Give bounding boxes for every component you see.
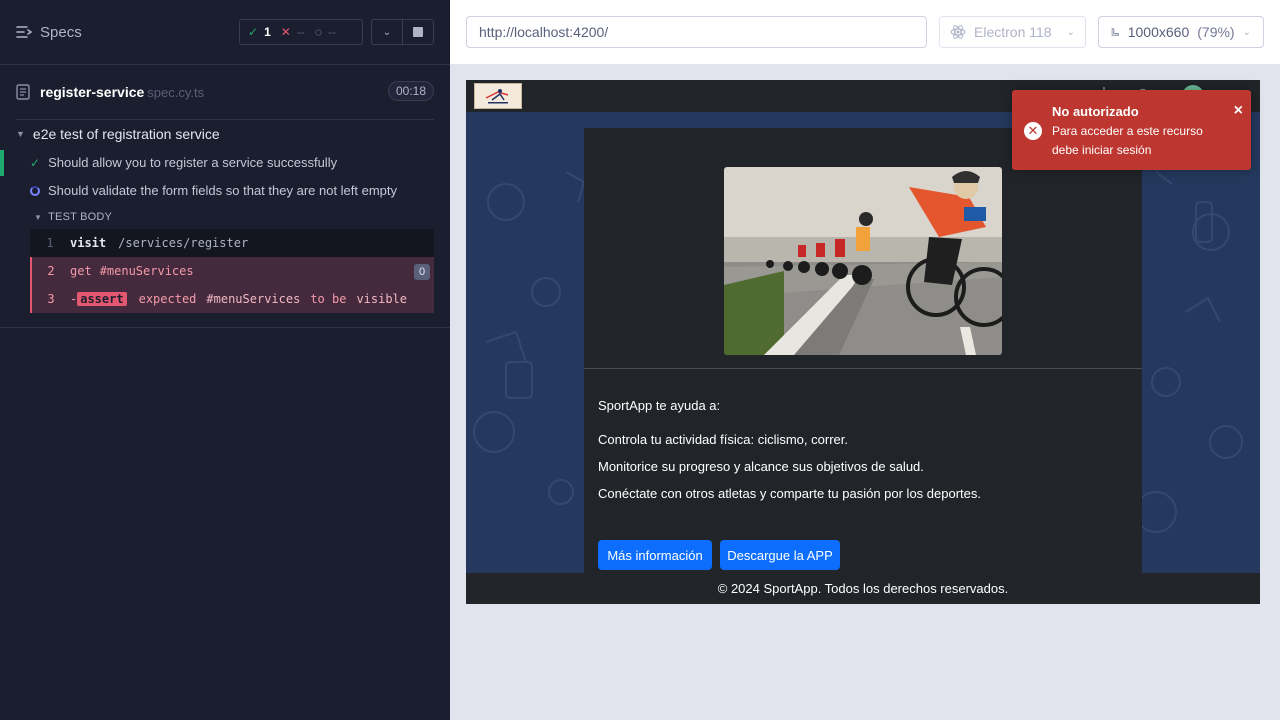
- spec-ext: spec.cy.ts: [147, 84, 205, 100]
- viewport-selector[interactable]: 1000x660 (79%) ⌄: [1098, 16, 1264, 48]
- command-message: #menuServices: [99, 264, 194, 278]
- test-item-passed[interactable]: ✓ Should allow you to register a service…: [30, 155, 337, 170]
- specs-label: Specs: [40, 23, 82, 41]
- specs-list-icon: [16, 26, 32, 38]
- feature-line: Monitorice su progreso y alcance sus obj…: [598, 459, 924, 474]
- check-icon: ✓: [30, 155, 41, 170]
- test-stats: ✓ 1 ✕ -- ◌ --: [239, 19, 363, 45]
- divider: [584, 368, 1142, 369]
- intro-text: SportApp te ayuda a:: [598, 398, 721, 413]
- assert-tag: assert: [77, 292, 127, 306]
- url-field[interactable]: http://localhost:4200/: [466, 16, 927, 48]
- command-row[interactable]: 1 visit /services/register: [30, 229, 434, 257]
- x-icon: ✕: [280, 25, 291, 39]
- toast-title: No autorizado: [1052, 104, 1139, 119]
- browser-selector[interactable]: Electron 118 ⌄: [939, 16, 1086, 48]
- runner-controls: ⌄: [371, 19, 434, 45]
- electron-icon: [950, 25, 966, 39]
- spec-name: register-service: [40, 84, 145, 100]
- command-name: get: [70, 264, 92, 278]
- test-item-running[interactable]: Should validate the form fields so that …: [30, 183, 397, 198]
- suite-title[interactable]: ▼ e2e test of registration service: [16, 126, 220, 142]
- file-icon: [16, 84, 30, 100]
- download-app-button[interactable]: Descargue la APP: [720, 540, 840, 570]
- stop-icon: [413, 27, 423, 37]
- command-message: /services/register: [118, 236, 249, 250]
- sportapp-logo[interactable]: [474, 83, 522, 109]
- more-info-button[interactable]: Más información: [598, 540, 712, 570]
- error-circle-icon: ✕: [1024, 122, 1042, 140]
- failed-stat: ✕ --: [280, 25, 305, 39]
- aut-toolbar: http://localhost:4200/ Electron 118 ⌄ 10…: [450, 0, 1280, 65]
- command-name: -: [70, 292, 78, 306]
- cypress-reporter: Specs ✓ 1 ✕ -- ◌ -- ⌄ register-service spec…: [0, 0, 450, 720]
- pending-icon: ◌: [314, 25, 322, 39]
- test-body-toggle[interactable]: ▼ TEST BODY: [34, 211, 112, 223]
- feature-line: Controla tu actividad física: ciclismo, …: [598, 432, 848, 447]
- info-card: SportApp te ayuda a: Controla tu activid…: [584, 128, 1142, 573]
- toast-message: Para acceder a este recurso debe iniciar…: [1052, 124, 1203, 157]
- command-name: visit: [70, 236, 107, 250]
- cycling-hero-image: [724, 167, 1002, 355]
- stop-button[interactable]: [402, 20, 433, 44]
- spec-file-header: register-service spec.cy.ts 00:18: [16, 65, 434, 120]
- divider: [0, 327, 450, 328]
- chevron-down-icon: ▼: [34, 212, 43, 222]
- passed-stat: ✓ 1: [248, 25, 271, 39]
- expand-button[interactable]: ⌄: [372, 20, 402, 44]
- ruler-icon: [1111, 28, 1119, 36]
- close-icon[interactable]: ×: [1234, 102, 1243, 120]
- chevron-down-icon: ⌄: [1242, 26, 1251, 38]
- spinner-icon: [30, 185, 40, 196]
- chevron-down-icon: ⌄: [382, 26, 392, 38]
- pending-stat: ◌ --: [314, 25, 336, 39]
- reporter-header: Specs ✓ 1 ✕ -- ◌ -- ⌄: [0, 0, 450, 65]
- error-toast[interactable]: ✕ No autorizado Para acceder a este recu…: [1012, 90, 1251, 170]
- feature-line: Conéctate con otros atletas y comparte t…: [598, 486, 981, 501]
- command-row-failed[interactable]: 3 - assert expected #menuServices to be …: [30, 285, 434, 313]
- chevron-down-icon: ▼: [16, 129, 25, 139]
- passed-indicator: [0, 150, 4, 176]
- check-icon: ✓: [248, 25, 259, 39]
- logo-graphic: [485, 89, 509, 104]
- specs-button[interactable]: Specs: [16, 24, 82, 41]
- element-count-badge: 0: [414, 264, 430, 280]
- chevron-down-icon: ⌄: [1066, 26, 1075, 38]
- command-row-failed[interactable]: 2 get #menuServices 0: [30, 257, 434, 285]
- app-footer: © 2024 SportApp. Todos los derechos rese…: [466, 573, 1260, 604]
- spec-duration: 00:18: [387, 81, 434, 101]
